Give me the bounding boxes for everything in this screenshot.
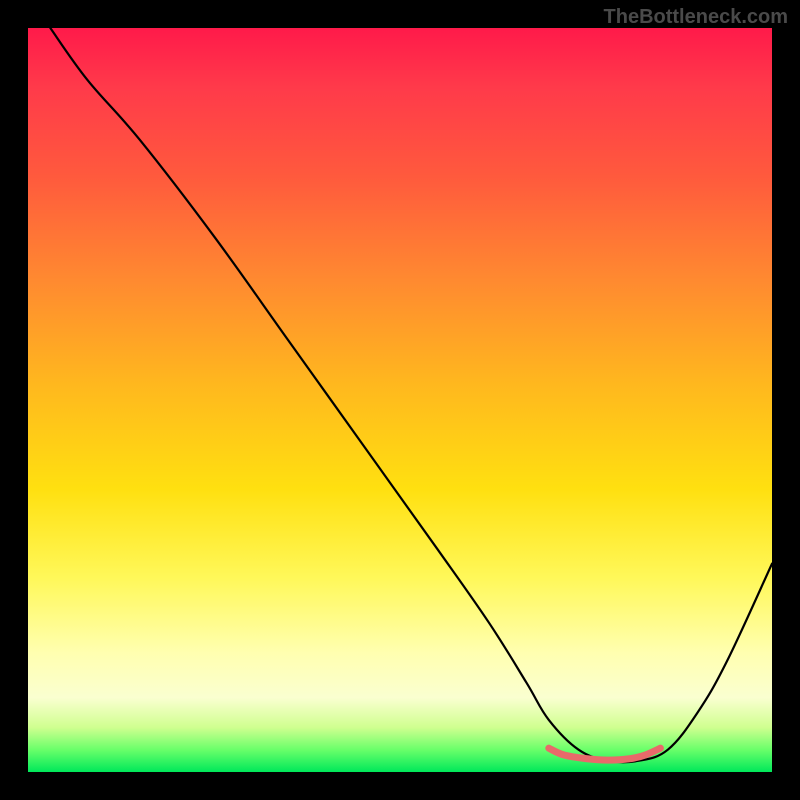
chart-svg: [28, 28, 772, 772]
chart-plot-area: [28, 28, 772, 772]
optimal-range-marker-path: [549, 748, 661, 760]
bottleneck-curve-path: [50, 28, 772, 762]
watermark-text: TheBottleneck.com: [604, 6, 788, 29]
